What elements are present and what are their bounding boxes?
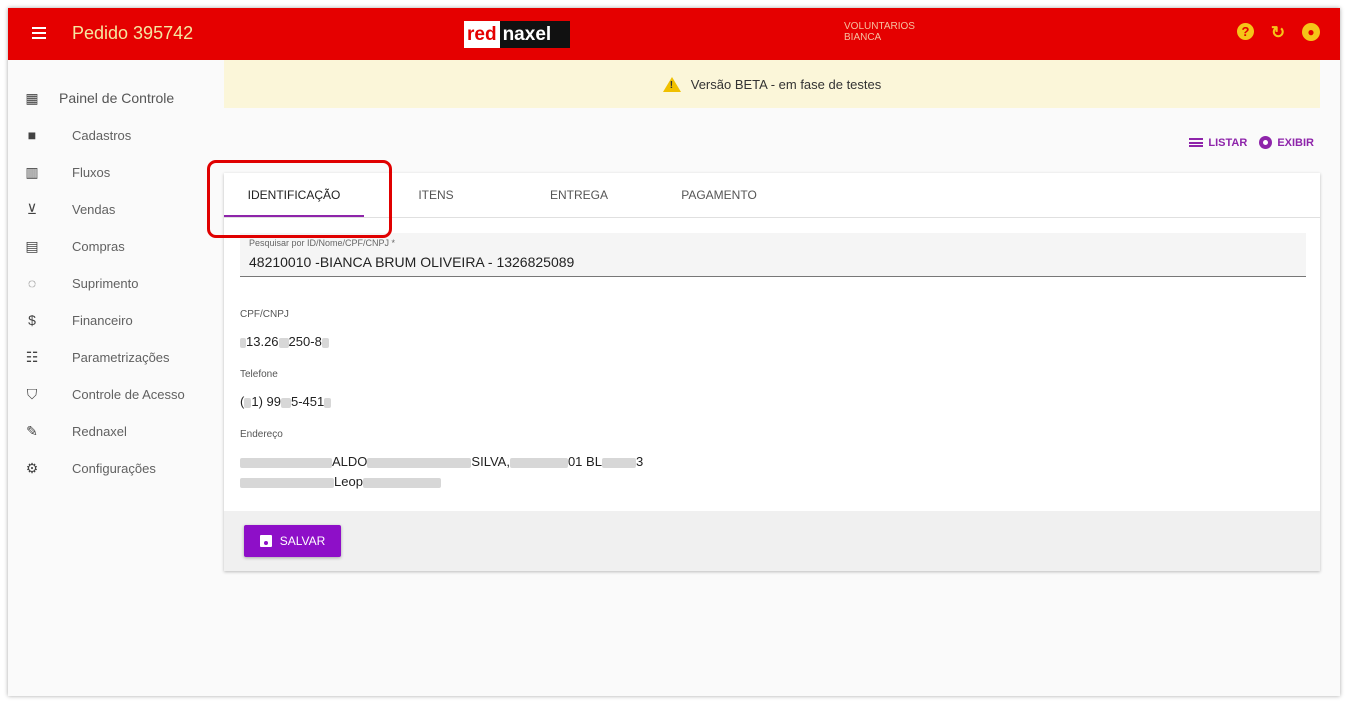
sidebar-item-label: Fluxos [72, 164, 111, 180]
user-info: VOLUNTARIOS BIANCA [844, 21, 915, 43]
redacted-block [601, 457, 636, 468]
tab-itens[interactable]: ITENS [396, 173, 476, 217]
dashboard-icon: ▦ [25, 89, 39, 106]
sidebar-item-compras[interactable]: ▤ Compras [8, 228, 218, 264]
logo-red-text: red [464, 21, 500, 48]
highlight-annotation [207, 160, 392, 238]
view-actions: LISTAR EXIBIR [1189, 136, 1314, 149]
user-name: BIANCA [844, 32, 882, 43]
address-label: Endereço [240, 429, 283, 440]
shield-icon: ⛉ [26, 385, 38, 402]
top-actions: ? ↻ ● [1237, 23, 1320, 43]
list-button-label: LISTAR [1208, 136, 1248, 149]
app-window: Pedido 395742 red naxel VOLUNTARIOS BIAN… [8, 8, 1340, 696]
logo-naxel-text: naxel [502, 23, 552, 45]
tab-pagamento[interactable]: PAGAMENTO [664, 173, 774, 217]
redacted-block [240, 477, 334, 488]
warning-icon [662, 76, 681, 92]
sidebar-item-configuracoes[interactable]: ⚙ Configurações [8, 450, 218, 486]
cart-icon: ⊻ [26, 200, 38, 217]
menu-icon[interactable] [32, 27, 46, 39]
sidebar-item-rednaxel[interactable]: ✎ Rednaxel [8, 413, 218, 449]
list-button[interactable]: LISTAR [1189, 136, 1247, 149]
address-line-2: Leop [240, 474, 441, 489]
view-button[interactable]: EXIBIR [1259, 136, 1314, 149]
customer-search-label: Pesquisar por ID/Nome/CPF/CNPJ * [249, 238, 396, 248]
user-organization: VOLUNTARIOS [844, 21, 915, 32]
account-icon[interactable]: ● [1302, 23, 1320, 41]
columns-icon: ▥ [25, 163, 39, 180]
sidebar-item-label: Compras [72, 238, 125, 254]
redacted-block [278, 337, 289, 348]
sidebar-item-label: Configurações [72, 460, 156, 476]
sidebar-item-label: Financeiro [72, 312, 133, 328]
list-icon [1189, 138, 1204, 147]
sidebar-item-label: Vendas [72, 201, 116, 217]
building-icon: ▤ [25, 237, 39, 254]
save-button-label: SALVAR [279, 534, 326, 548]
sidebar-item-financeiro[interactable]: $ Financeiro [8, 302, 218, 338]
dollar-icon: $ [28, 312, 36, 328]
cpf-label: CPF/CNPJ [240, 309, 289, 320]
folder-icon: ■ [27, 127, 37, 143]
sidebar-item-label: Rednaxel [72, 423, 127, 439]
cpf-value: 13.26 250-8 [240, 334, 329, 349]
sidebar-item-label: Painel de Controle [59, 90, 175, 106]
redacted-block [324, 397, 332, 408]
sidebar-item-parametrizacoes[interactable]: ☷ Parametrizações [8, 339, 218, 375]
eye-icon [1259, 136, 1273, 149]
customer-search-input[interactable]: Pesquisar por ID/Nome/CPF/CNPJ * 4821001… [240, 233, 1306, 277]
sidebar-item-painel[interactable]: ▦ Painel de Controle [8, 80, 218, 116]
redacted-block [509, 457, 568, 468]
rednaxel-logo: red naxel [464, 21, 570, 48]
redacted-block [362, 477, 441, 488]
form-footer: SALVAR [224, 511, 1320, 571]
supply-icon: ◌ [27, 275, 37, 291]
page-title: Pedido 395742 [72, 23, 194, 43]
save-button[interactable]: SALVAR [244, 525, 341, 557]
wrench-icon: ✎ [26, 422, 38, 439]
sidebar-item-cadastros[interactable]: ■ Cadastros [8, 117, 218, 153]
view-button-label: EXIBIR [1277, 136, 1314, 149]
redacted-block [367, 457, 472, 468]
sidebar-item-label: Controle de Acesso [72, 386, 185, 402]
sidebar-item-label: Cadastros [72, 127, 132, 143]
refresh-icon[interactable]: ↻ [1268, 23, 1288, 43]
phone-label: Telefone [240, 369, 278, 380]
help-icon[interactable]: ? [1237, 23, 1254, 40]
sidebar-item-label: Suprimento [72, 275, 139, 291]
phone-value: (1) 99 5-451 [240, 394, 332, 409]
beta-banner: Versão BETA - em fase de testes [224, 60, 1320, 108]
sidebar-item-vendas[interactable]: ⊻ Vendas [8, 191, 218, 227]
sidebar-item-suprimento[interactable]: ◌ Suprimento [8, 265, 218, 301]
sliders-icon: ☷ [25, 348, 39, 365]
sidebar-item-fluxos[interactable]: ▥ Fluxos [8, 154, 218, 190]
tab-entrega[interactable]: ENTREGA [534, 173, 624, 217]
gear-icon: ⚙ [25, 459, 39, 476]
top-app-bar: Pedido 395742 red naxel VOLUNTARIOS BIAN… [8, 8, 1340, 60]
redacted-block [280, 397, 291, 408]
redacted-block [240, 457, 332, 468]
sidebar: ▦ Painel de Controle ■ Cadastros ▥ Fluxo… [8, 60, 218, 696]
customer-search-value: 48210010 -BIANCA BRUM OLIVEIRA - 1326825… [249, 254, 575, 270]
beta-banner-text: Versão BETA - em fase de testes [690, 76, 882, 92]
sidebar-item-controle-de-acesso[interactable]: ⛉ Controle de Acesso [8, 376, 218, 412]
address-line-1: ALDO SILVA, 01 BL 3 [240, 454, 643, 469]
redacted-block [321, 337, 329, 348]
floppy-icon [259, 535, 272, 547]
sidebar-item-label: Parametrizações [72, 349, 170, 365]
